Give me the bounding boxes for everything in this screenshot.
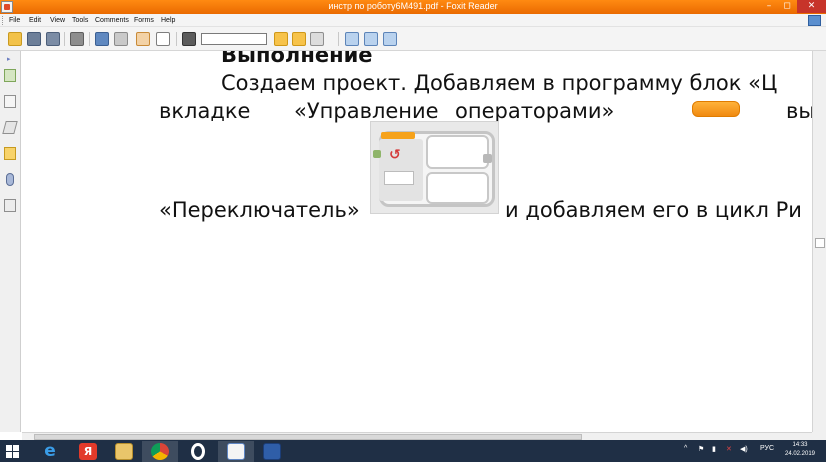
title-bar: инстр по роботу6М491.pdf - Foxit Reader … xyxy=(0,0,826,14)
find-icon[interactable] xyxy=(182,32,196,46)
switch-bottom-case xyxy=(426,172,489,204)
find-input[interactable] xyxy=(201,33,267,45)
layers-icon[interactable] xyxy=(2,121,18,134)
select-text-icon[interactable] xyxy=(156,32,170,46)
clock[interactable]: 14:33 24.02.2019 xyxy=(780,441,820,459)
menu-bar: File Edit View Tools Comments Forms Help xyxy=(0,14,826,27)
menu-edit[interactable]: Edit xyxy=(29,17,41,24)
opera-icon[interactable] xyxy=(180,441,216,462)
print-icon[interactable] xyxy=(70,32,84,46)
screen-icon[interactable] xyxy=(95,32,109,46)
toolbar xyxy=(0,27,826,51)
pages-icon[interactable] xyxy=(4,69,16,82)
chrome-icon[interactable] xyxy=(142,441,178,462)
maximize-button[interactable]: ◻ xyxy=(779,0,795,13)
network-icon[interactable]: ▮ xyxy=(712,445,716,453)
open-icon[interactable] xyxy=(8,32,22,46)
taskbar: e Я ^ ⚑ ▮ ✕ ◀) РУС 14:33 24.02.2019 xyxy=(0,440,826,462)
page-options-icon[interactable] xyxy=(326,32,334,46)
toolbar-separator xyxy=(338,32,339,46)
switch-value-field xyxy=(384,171,414,185)
paragraph-line-3-right: и добавляем его в цикл Ри xyxy=(505,198,802,222)
email-icon[interactable] xyxy=(114,32,128,46)
help-icon[interactable] xyxy=(808,15,821,26)
clock-time: 14:33 xyxy=(792,442,808,448)
rotate-icon[interactable] xyxy=(364,32,378,46)
paint-icon[interactable] xyxy=(218,441,254,462)
paragraph-line-2-word-3: операторами» xyxy=(455,99,615,123)
word-icon[interactable] xyxy=(254,441,290,462)
paragraph-line-2-word-2: «Управление xyxy=(294,99,439,123)
menu-comments[interactable]: Comments xyxy=(95,17,129,24)
comments-icon[interactable] xyxy=(4,147,16,160)
language-indicator[interactable]: РУС xyxy=(760,445,774,452)
windows-start-icon[interactable] xyxy=(6,445,20,458)
close-button[interactable]: ✕ xyxy=(797,0,826,13)
control-operators-block-image xyxy=(692,101,740,117)
clock-date: 24.02.2019 xyxy=(784,451,816,457)
switch-block-image: ↺ xyxy=(370,121,499,214)
document-view[interactable]: Выполнение Создаем проект. Добавляем в п… xyxy=(22,51,812,432)
internet-explorer-icon[interactable]: e xyxy=(32,441,68,462)
fit-page-icon[interactable] xyxy=(383,32,397,46)
signature-icon[interactable] xyxy=(4,199,16,212)
file-explorer-icon[interactable] xyxy=(106,441,142,462)
menu-view[interactable]: View xyxy=(50,17,65,24)
save-as-icon[interactable] xyxy=(46,32,60,46)
toolbar-separator xyxy=(176,32,177,46)
switch-left-panel xyxy=(379,139,423,201)
volume-icon[interactable]: ◀) xyxy=(740,445,748,453)
scrollbar-corner xyxy=(812,432,826,440)
menu-grip xyxy=(2,16,4,25)
paragraph-line-3-left: «Переключатель» xyxy=(159,198,360,222)
expand-panel-icon[interactable]: ▸ xyxy=(7,55,11,63)
previous-icon[interactable] xyxy=(274,32,288,46)
section-heading: Выполнение xyxy=(221,51,373,67)
menu-file[interactable]: File xyxy=(9,17,20,24)
menu-forms[interactable]: Forms xyxy=(134,17,154,24)
menu-help[interactable]: Help xyxy=(161,17,175,24)
action-center-icon[interactable]: ⚑ xyxy=(698,445,704,453)
navigation-panel: ▸ xyxy=(0,51,21,432)
attachments-icon[interactable] xyxy=(6,173,14,186)
switch-arrow-icon: ↺ xyxy=(389,147,401,163)
window-title: инстр по роботу6М491.pdf - Foxit Reader xyxy=(328,1,498,11)
paragraph-line-1: Создаем проект. Добавляем в программу бл… xyxy=(221,71,778,95)
toolbar-separator xyxy=(64,32,65,46)
hand-tool-icon[interactable] xyxy=(136,32,150,46)
next-icon[interactable] xyxy=(292,32,306,46)
switch-input-plug xyxy=(373,150,381,158)
vertical-scrollbar[interactable] xyxy=(812,51,826,432)
vertical-scroll-thumb[interactable] xyxy=(815,238,825,248)
bookmarks-icon[interactable] xyxy=(4,95,16,108)
switch-output-plug xyxy=(483,154,492,163)
paragraph-line-2-word-4: вы xyxy=(786,99,812,123)
toolbar-separator xyxy=(89,32,90,46)
switch-orange-bar xyxy=(381,132,415,139)
save-icon[interactable] xyxy=(27,32,41,46)
show-hidden-icons-button[interactable]: ^ xyxy=(684,445,687,452)
switch-top-case xyxy=(426,135,489,169)
horizontal-scrollbar[interactable] xyxy=(22,432,812,440)
page-icon[interactable] xyxy=(310,32,324,46)
yandex-icon[interactable]: Я xyxy=(70,441,106,462)
paragraph-line-2-word-1: вкладке xyxy=(159,99,251,123)
minimize-button[interactable]: – xyxy=(761,0,777,13)
battery-warning-icon[interactable]: ✕ xyxy=(726,445,732,453)
menu-tools[interactable]: Tools xyxy=(72,17,88,24)
zoom-icon[interactable] xyxy=(345,32,359,46)
